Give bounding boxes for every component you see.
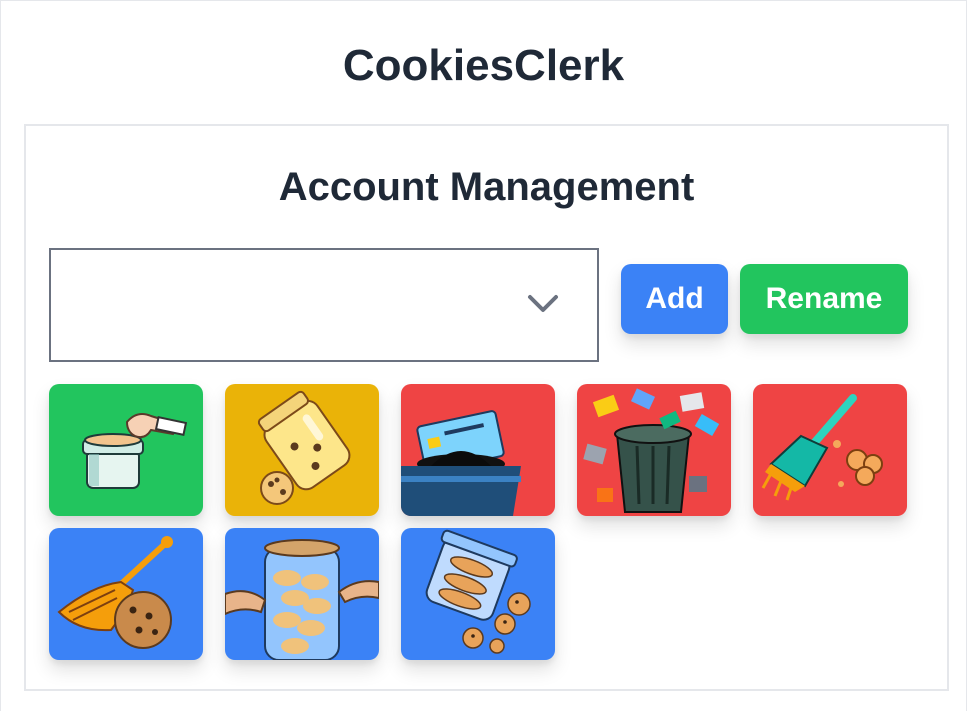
account-management-panel: Account Management Add Rename [24, 124, 949, 691]
account-select[interactable] [49, 248, 599, 362]
add-button[interactable]: Add [621, 264, 728, 334]
rename-button[interactable]: Rename [740, 264, 908, 334]
cookie-jar-hands-action-icon [225, 539, 379, 660]
sweep-cookies-action-icon [761, 394, 883, 501]
sweep-cookies-tile[interactable] [753, 384, 907, 516]
panel-title: Account Management [278, 165, 695, 209]
app-title: CookiesClerk [342, 41, 625, 90]
open-cookie-jar-action-icon [257, 390, 351, 505]
cookie-jar-hands-tile[interactable] [225, 528, 379, 660]
spill-cookie-jar-action-icon [425, 529, 531, 654]
insert-card-action-icon [401, 410, 521, 516]
insert-card-tile[interactable] [401, 384, 555, 516]
spill-cookie-jar-tile[interactable] [401, 528, 555, 660]
trash-cards-action-icon [583, 388, 720, 513]
add-cookie-jar-tile[interactable] [49, 384, 203, 516]
open-cookie-jar-tile[interactable] [225, 384, 379, 516]
trash-cards-tile[interactable] [577, 384, 731, 516]
add-cookie-jar-action-icon [82, 413, 188, 489]
sweep-cookie-tile[interactable] [49, 528, 203, 660]
chevron-down-icon [528, 295, 558, 312]
sweep-cookie-action-icon [57, 536, 173, 649]
